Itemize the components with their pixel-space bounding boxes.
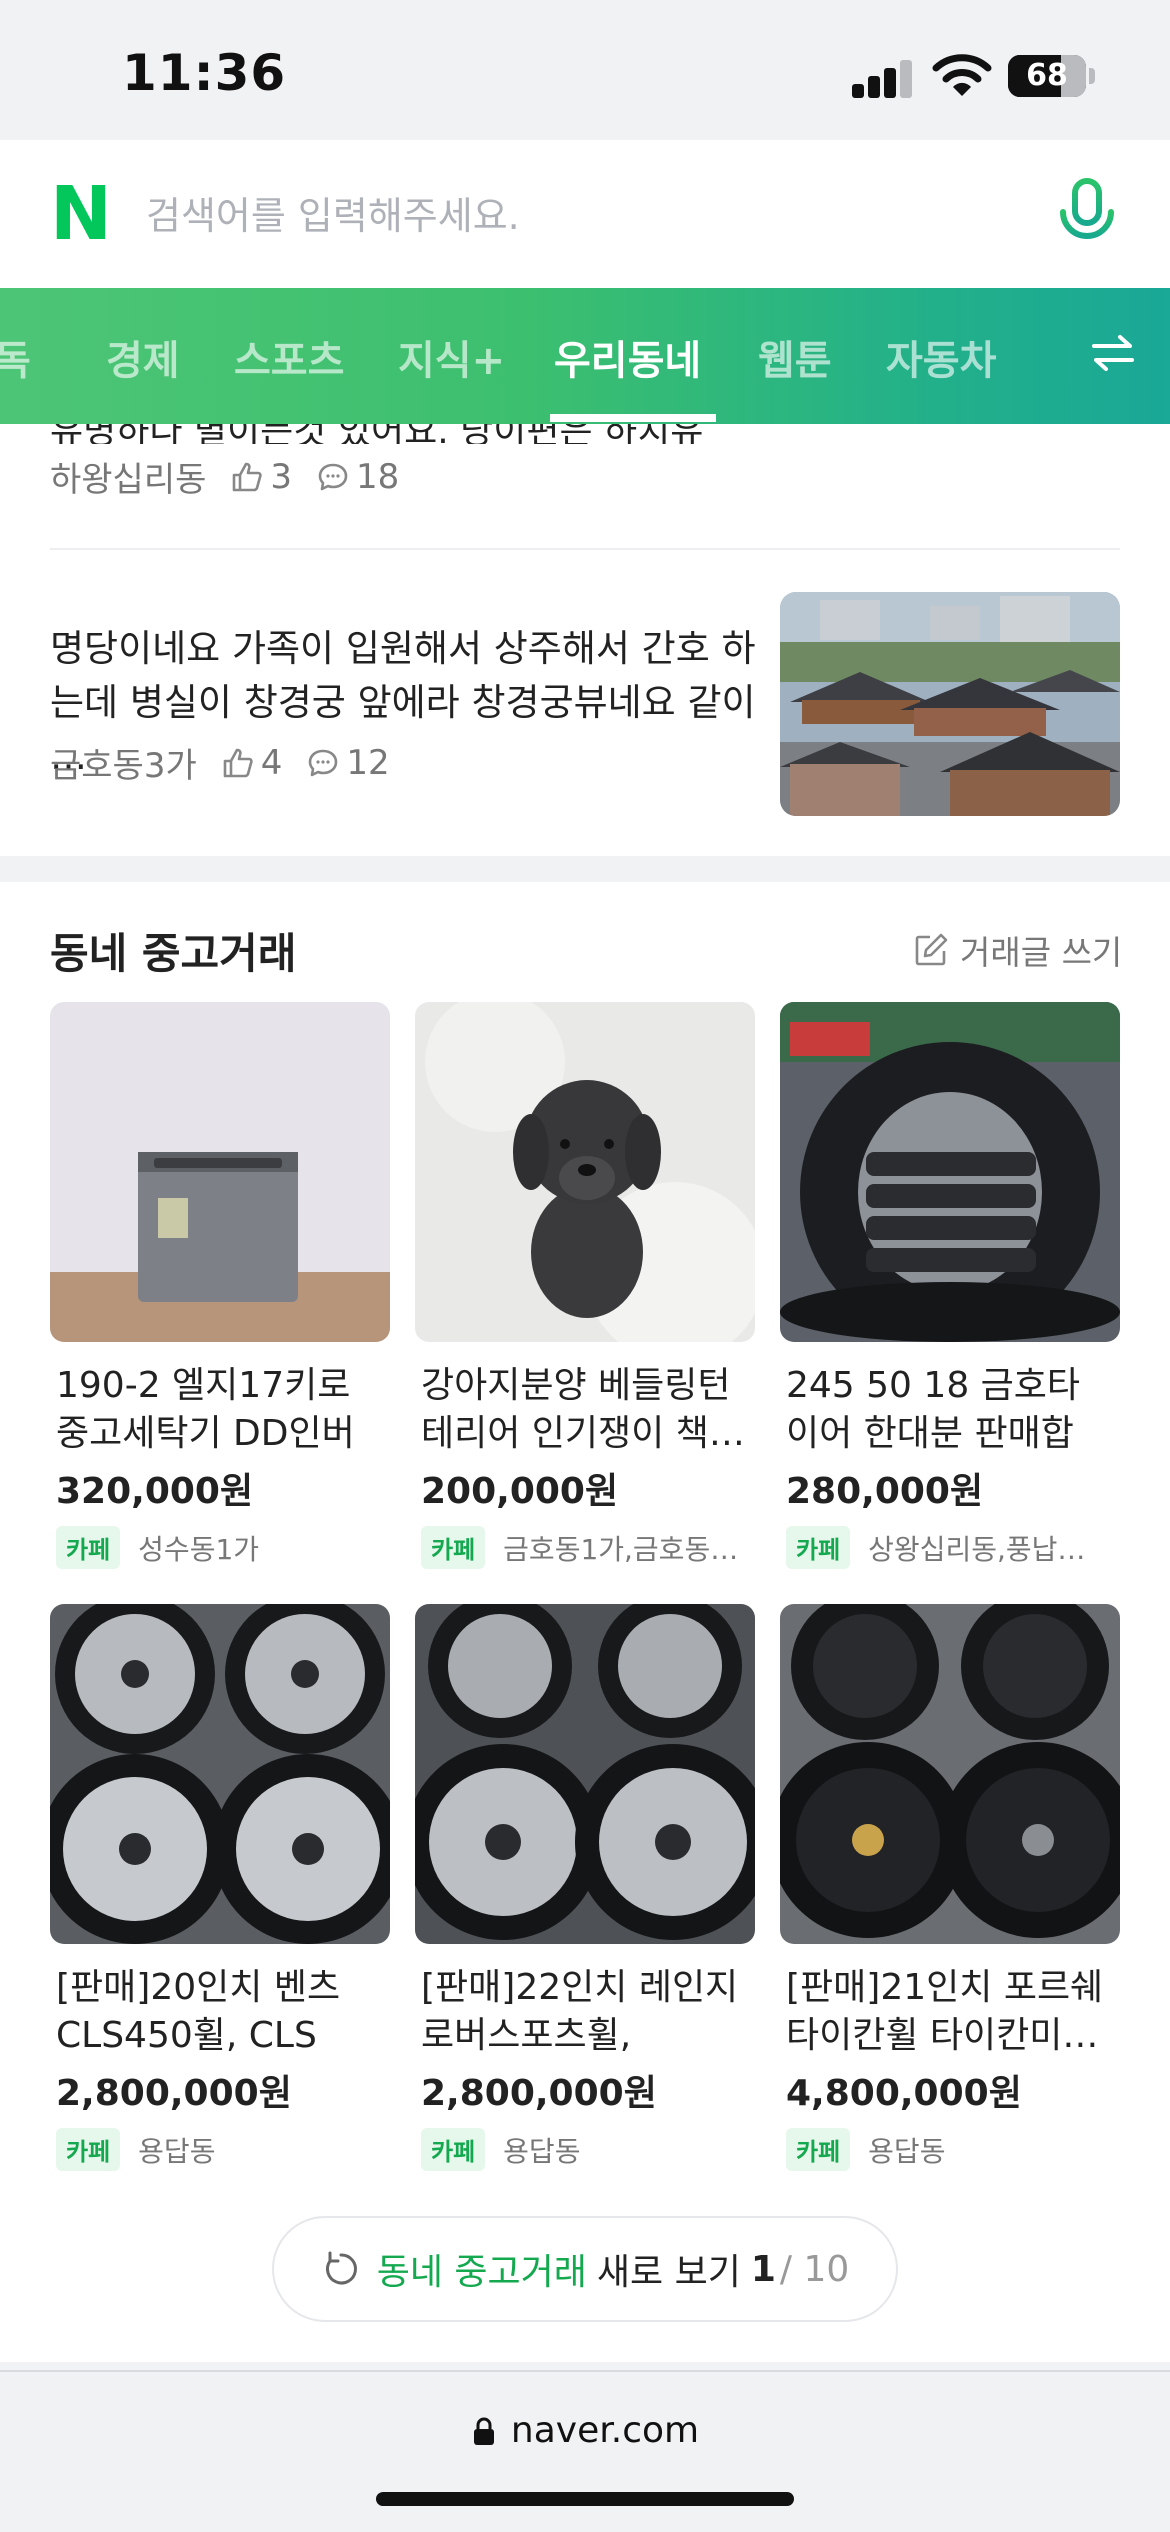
product-image [780,1604,1120,1944]
thumbs-up-icon [223,748,253,777]
product-location: 성수동1가 [138,1532,260,1566]
cafe-badge: 카페 [421,1526,486,1569]
product-card[interactable]: [판매]20인치 벤츠 CLS450휠, CLS마… 2,800,000원 카페… [50,1604,390,2171]
product-price: 4,800,000원 [786,2073,1022,2114]
write-post-label: 거래글 쓰기 [960,933,1123,972]
tab-knowledge[interactable]: 지식+ [398,328,505,386]
product-meta: 카페 용답동 [50,2128,390,2171]
product-price: 200,000원 [421,1471,619,1512]
product-title: [판매]21인치 포르쉐 타이칸휠 타이칸미… [786,1967,1104,2056]
more-label: 새로 보기 [596,2252,741,2293]
refresh-icon [325,2251,357,2285]
lock-icon [473,2417,494,2445]
like-count: 4 [260,742,283,783]
product-image [415,1002,755,1342]
battery-tip [1089,68,1095,84]
naver-logo[interactable]: N [50,177,114,251]
tab-car[interactable]: 자동차 [886,328,996,386]
product-image [780,1002,1120,1342]
product-meta: 카페 용답동 [415,2128,755,2171]
product-card[interactable]: 245 50 18 금호타이어 한대분 판매합니… 280,000원 카페 상왕… [780,1002,1120,1569]
home-indicator [376,2492,794,2506]
product-card[interactable]: 190-2 엘지17키로 중고세탁기 DD인버터 320,000원 카페 성수동… [50,1002,390,1569]
swap-icon[interactable] [1090,330,1136,376]
thumbs-up-icon [233,462,263,491]
cut-off-post-title-wrap: 유명하다 별이든것 있어요. 당이편은 하치유 [0,424,1170,444]
tab-neighborhood[interactable]: 우리동네 [554,328,701,386]
post-meta: 하왕십리동 3 18 [50,452,399,501]
status-time: 11:36 [122,44,287,102]
microphone-icon[interactable] [1056,178,1118,254]
product-meta: 카페 금호동1가,금호동… [415,1526,755,1569]
product-meta: 카페 성수동1가 [50,1526,390,1569]
product-meta: 카페 용답동 [780,2128,1120,2171]
tab-webtoon[interactable]: 웹툰 [758,328,832,386]
divider [50,548,1120,550]
wifi-icon [932,54,992,96]
product-location: 용답동 [503,2134,581,2168]
post-meta: 금호동3가 4 12 [50,738,390,787]
product-image [50,1604,390,1944]
search-input[interactable] [146,176,1026,256]
product-price: 2,800,000원 [421,2073,657,2114]
page-total: / 10 [779,2248,850,2290]
comment-count: 18 [356,456,400,497]
product-location: 용답동 [868,2134,946,2168]
product-price: 320,000원 [56,1471,254,1512]
product-location: 상왕십리동,풍납… [868,1532,1086,1566]
tab-economy[interactable]: 경제 [106,328,180,386]
more-highlight: 동네 중고거래 [376,2252,587,2293]
product-location: 용답동 [138,2134,216,2168]
cafe-badge: 카페 [56,2128,121,2171]
product-price: 2,800,000원 [56,2073,292,2114]
post-location: 금호동3가 [50,746,197,786]
product-title: 245 50 18 금호타이어 한대분 판매합니… [786,1365,1081,1454]
battery-level: 68 [1026,58,1068,93]
address-bar[interactable]: naver.com [0,2410,1170,2451]
url-bar [0,2370,1170,2532]
product-meta: 카페 상왕십리동,풍납… [780,1526,1120,1569]
product-title: [판매]20인치 벤츠 CLS450휠, CLS마… [56,1967,341,2056]
cut-off-post-title[interactable]: 유명하다 별이든것 있어요. 당이편은 하치유 [50,424,703,444]
product-location: 금호동1가,금호동… [503,1532,739,1566]
like-count: 3 [270,456,293,497]
comment-count: 12 [346,742,390,783]
page-current: 1 [750,2248,776,2290]
cafe-badge: 카페 [786,1526,851,1569]
comment-icon [318,463,348,490]
category-nav: 독 경제 스포츠 지식+ 우리동네 웹툰 자동차 [0,288,1170,424]
post-thumbnail[interactable] [780,592,1120,816]
write-post-link[interactable]: 거래글 쓰기 [912,926,1122,974]
product-card[interactable]: [판매]22인치 레인지로버스포츠휠, 501… 2,800,000원 카페 용… [415,1604,755,2171]
cafe-badge: 카페 [56,1526,121,1569]
comment-icon [309,749,338,776]
tab-sports[interactable]: 스포츠 [234,328,344,386]
product-title: 190-2 엘지17키로 중고세탁기 DD인버터 [56,1365,355,1454]
product-title: 강아지분양 베들링턴테리어 인기쟁이 책… [421,1365,745,1454]
section-title: 동네 중고거래 [50,929,297,978]
cafe-badge: 카페 [421,2128,486,2171]
battery-icon: 68 [1008,55,1086,97]
signal-icon [852,58,914,98]
url-domain: naver.com [510,2410,700,2451]
edit-icon [915,933,948,966]
product-card[interactable]: [판매]21인치 포르쉐 타이칸휠 타이칸미… 4,800,000원 카페 용답… [780,1604,1120,2171]
status-bar: 11:36 68 [0,0,1170,140]
refresh-more-button[interactable]: 동네 중고거래 새로 보기 1 / 10 [272,2216,898,2322]
post-location: 하왕십리동 [50,460,207,500]
product-card[interactable]: 강아지분양 베들링턴테리어 인기쟁이 책… 200,000원 카페 금호동1가,… [415,1002,755,1569]
tab-partial[interactable]: 독 [0,328,31,386]
product-price: 280,000원 [786,1471,984,1512]
active-tab-indicator [550,414,716,422]
cafe-badge: 카페 [786,2128,851,2171]
product-image [415,1604,755,1944]
product-title: [판매]22인치 레인지로버스포츠휠, 501… [421,1967,739,2056]
product-image [50,1002,390,1342]
